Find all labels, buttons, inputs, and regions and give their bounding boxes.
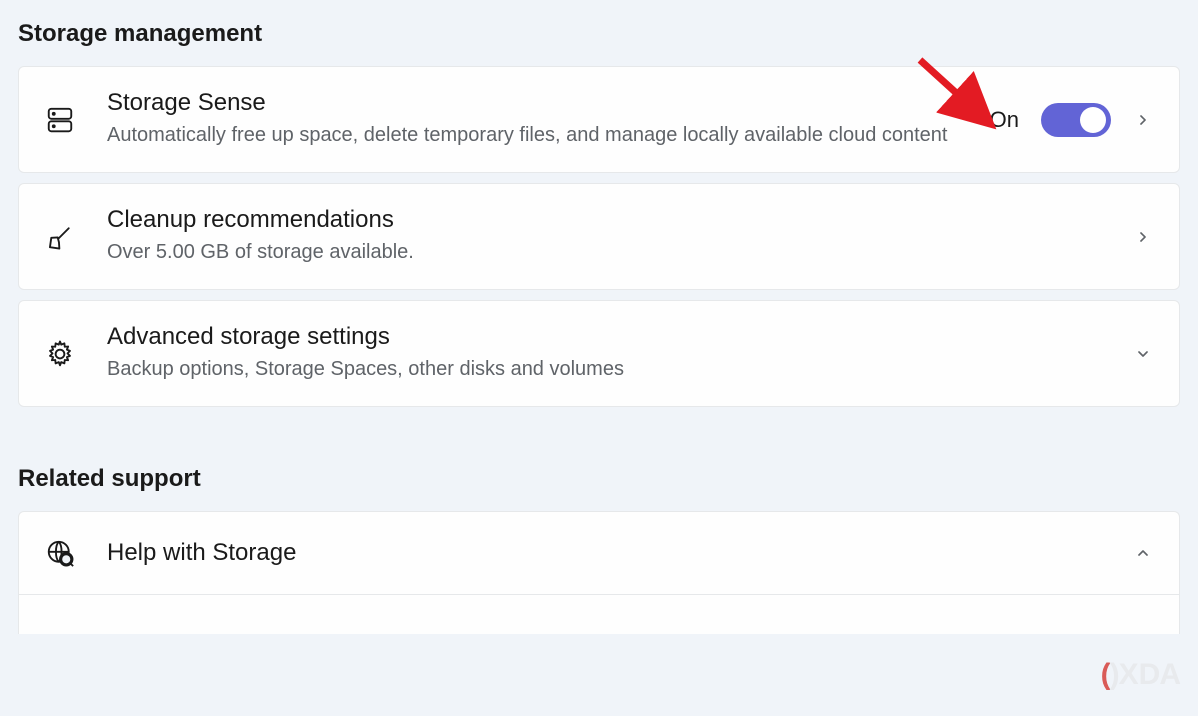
cleanup-description: Over 5.00 GB of storage available. <box>107 238 1101 267</box>
globe-help-icon <box>45 538 75 568</box>
related-support-header: Related support <box>18 465 1180 493</box>
cleanup-content: Cleanup recommendations Over 5.00 GB of … <box>107 206 1101 267</box>
cleanup-title: Cleanup recommendations <box>107 206 1101 234</box>
advanced-title: Advanced storage settings <box>107 323 1101 351</box>
chevron-right-icon <box>1133 110 1153 130</box>
advanced-description: Backup options, Storage Spaces, other di… <box>107 355 1101 384</box>
advanced-content: Advanced storage settings Backup options… <box>107 323 1101 384</box>
chevron-right-icon <box>1133 227 1153 247</box>
storage-sense-toggle[interactable] <box>1041 103 1111 137</box>
help-title: Help with Storage <box>107 539 1101 567</box>
storage-management-header: Storage management <box>18 20 1180 48</box>
storage-sense-toggle-label: On <box>990 107 1019 133</box>
gear-icon <box>45 339 75 369</box>
help-expanded-area <box>18 594 1180 634</box>
chevron-up-icon <box>1133 543 1153 563</box>
storage-sense-content: Storage Sense Automatically free up spac… <box>107 89 958 150</box>
cleanup-recommendations-row[interactable]: Cleanup recommendations Over 5.00 GB of … <box>18 183 1180 290</box>
storage-icon <box>45 105 75 135</box>
storage-sense-title: Storage Sense <box>107 89 958 117</box>
advanced-storage-row[interactable]: Advanced storage settings Backup options… <box>18 300 1180 407</box>
watermark: ()XDA <box>1101 658 1180 692</box>
storage-sense-description: Automatically free up space, delete temp… <box>107 121 958 150</box>
help-with-storage-row[interactable]: Help with Storage <box>18 511 1180 594</box>
storage-sense-row[interactable]: Storage Sense Automatically free up spac… <box>18 66 1180 173</box>
broom-icon <box>45 222 75 252</box>
chevron-down-icon <box>1133 344 1153 364</box>
